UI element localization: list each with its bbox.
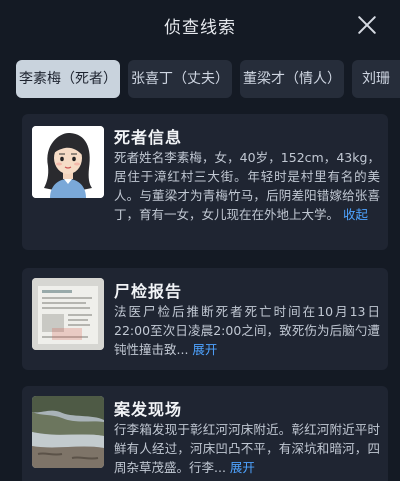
- tab-husband[interactable]: 张喜丁（丈夫）: [128, 60, 232, 98]
- card-title: 死者信息: [114, 128, 183, 147]
- document-photo-icon: [32, 278, 104, 350]
- suspect-tabs: 李素梅（死者） 张喜丁（丈夫） 董梁才（情人） 刘珊: [0, 60, 400, 100]
- tab-liu-shan[interactable]: 刘珊: [352, 60, 400, 98]
- collapse-link[interactable]: 收起: [343, 207, 368, 222]
- clue-card-victim-info[interactable]: 死者信息 死者姓名李素梅，女，40岁，152cm，43kg，居住于漳红村三大街。…: [22, 114, 388, 250]
- card-text: 法医尸检后推断死者死亡时间在10月13日22:00至次日凌晨2:00之间，致死伤…: [114, 302, 380, 359]
- card-text: 死者姓名李素梅，女，40岁，152cm，43kg，居住于漳红村三大街。年轻时是村…: [114, 148, 380, 224]
- clue-card-autopsy[interactable]: 尸检报告 法医尸检后推断死者死亡时间在10月13日22:00至次日凌晨2:00之…: [22, 268, 388, 370]
- card-title: 案发现场: [114, 400, 183, 419]
- card-title: 尸检报告: [114, 282, 183, 301]
- card-text: 行李箱发现于彰红河河床附近。彰红河附近平时鲜有人经过，河床凹凸不平，有深坑和暗河…: [114, 420, 380, 477]
- expand-link[interactable]: 展开: [192, 342, 217, 357]
- tab-victim[interactable]: 李素梅（死者）: [16, 60, 120, 98]
- card-text-body: 法医尸检后推断死者死亡时间在10月13日22:00至次日凌晨2:00之间，致死伤…: [114, 304, 380, 357]
- close-icon[interactable]: [356, 14, 378, 36]
- river-scene-icon: [32, 396, 104, 468]
- page-title: 侦查线索: [164, 18, 236, 38]
- tab-lover[interactable]: 董梁才（情人）: [240, 60, 344, 98]
- clue-card-scene[interactable]: 案发现场 行李箱发现于彰红河河床附近。彰红河附近平时鲜有人经过，河床凹凸不平，有…: [22, 386, 388, 481]
- clue-panel: 侦查线索 李素梅（死者） 张喜丁（丈夫） 董梁才（情人） 刘珊 死者信息 死者姓…: [0, 0, 400, 481]
- header: 侦查线索: [0, 0, 400, 52]
- expand-link[interactable]: 展开: [230, 460, 255, 475]
- card-text-body: 死者姓名李素梅，女，40岁，152cm，43kg，居住于漳红村三大街。年轻时是村…: [114, 150, 380, 222]
- woman-portrait-icon: [32, 126, 104, 198]
